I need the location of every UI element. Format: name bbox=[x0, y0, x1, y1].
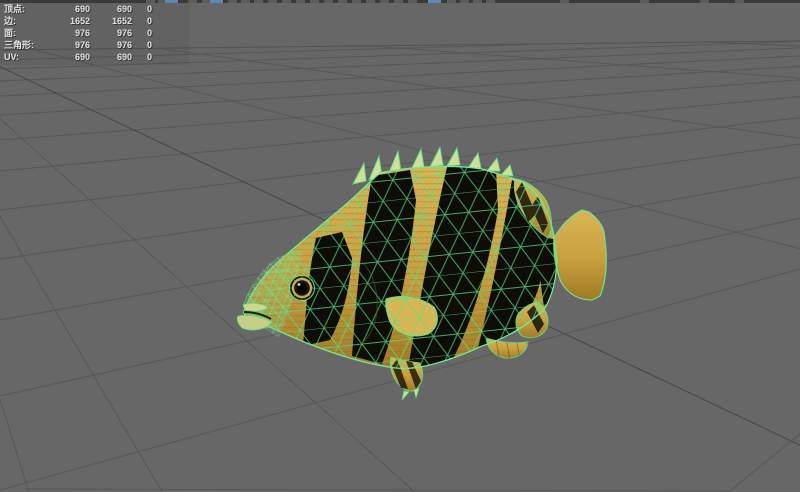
3d-viewport[interactable]: 顶点: 690 690 0 边: 1652 1652 0 面: 976 976 … bbox=[0, 0, 800, 492]
stat-value: 0 bbox=[132, 3, 152, 15]
caudal-fin bbox=[554, 210, 606, 300]
toolbar-icon[interactable] bbox=[241, 0, 250, 3]
mesh-statistics-panel: 顶点: 690 690 0 边: 1652 1652 0 面: 976 976 … bbox=[0, 2, 190, 65]
toolbar-icon[interactable] bbox=[394, 0, 403, 3]
grid-line bbox=[158, 48, 800, 139]
toolbar-icon[interactable] bbox=[735, 0, 744, 3]
stats-row: 面: 976 976 0 bbox=[0, 27, 190, 39]
toolbar-icon[interactable] bbox=[408, 0, 417, 3]
stat-label: 顶点: bbox=[0, 3, 48, 15]
stat-value: 0 bbox=[132, 27, 152, 39]
fish-eye bbox=[290, 276, 315, 301]
toolbar-icon[interactable] bbox=[447, 0, 456, 3]
toolbar-icon[interactable] bbox=[352, 0, 361, 3]
toolbar-icon[interactable] bbox=[486, 0, 495, 3]
stat-label: 面: bbox=[0, 27, 48, 39]
toolbar-icon[interactable] bbox=[380, 0, 389, 3]
toolbar-icon[interactable] bbox=[268, 0, 277, 3]
stat-value: 1652 bbox=[90, 15, 132, 27]
stat-label: UV: bbox=[0, 51, 48, 63]
toolbar-icon[interactable] bbox=[228, 0, 237, 3]
viewport-canvas[interactable] bbox=[0, 0, 800, 492]
toolbar-icon[interactable] bbox=[460, 0, 469, 3]
stats-row: UV: 690 690 0 bbox=[0, 51, 190, 63]
stat-value: 0 bbox=[132, 39, 152, 51]
toolbar-icon[interactable] bbox=[366, 0, 375, 3]
toolbar-icon[interactable] bbox=[473, 0, 482, 3]
grid-line bbox=[0, 96, 800, 172]
stat-value: 976 bbox=[48, 27, 90, 39]
grid-line bbox=[25, 489, 730, 491]
toolbar-icon[interactable] bbox=[338, 0, 347, 3]
stat-value: 976 bbox=[90, 39, 132, 51]
fish-mouth bbox=[237, 303, 272, 330]
stats-row: 顶点: 690 690 0 bbox=[0, 3, 190, 15]
stat-value: 690 bbox=[90, 51, 132, 63]
stats-row: 边: 1652 1652 0 bbox=[0, 15, 190, 27]
grid-line bbox=[730, 434, 800, 491]
toolbar-icon[interactable] bbox=[310, 0, 319, 3]
toolbar-icon[interactable] bbox=[700, 0, 709, 3]
toolbar-icon[interactable] bbox=[560, 0, 569, 3]
stat-value: 1652 bbox=[48, 15, 90, 27]
fish-model[interactable] bbox=[237, 147, 606, 400]
stat-value: 976 bbox=[48, 39, 90, 51]
stat-label: 边: bbox=[0, 15, 48, 27]
stat-value: 690 bbox=[48, 51, 90, 63]
stat-value: 0 bbox=[132, 15, 152, 27]
stat-value: 976 bbox=[90, 27, 132, 39]
stat-label: 三角形: bbox=[0, 39, 48, 51]
toolbar-icon[interactable] bbox=[296, 0, 305, 3]
toolbar-icon[interactable] bbox=[324, 0, 333, 3]
toolbar-icon[interactable] bbox=[640, 0, 649, 3]
stat-value: 690 bbox=[48, 3, 90, 15]
toolbar-active-icon[interactable] bbox=[210, 0, 223, 3]
toolbar-active-icon[interactable] bbox=[428, 0, 441, 3]
stat-value: 690 bbox=[90, 3, 132, 15]
toolbar-icon[interactable] bbox=[282, 0, 291, 3]
stats-row: 三角形: 976 976 0 bbox=[0, 39, 190, 51]
toolbar-icon[interactable] bbox=[254, 0, 263, 3]
stat-value: 0 bbox=[132, 51, 152, 63]
